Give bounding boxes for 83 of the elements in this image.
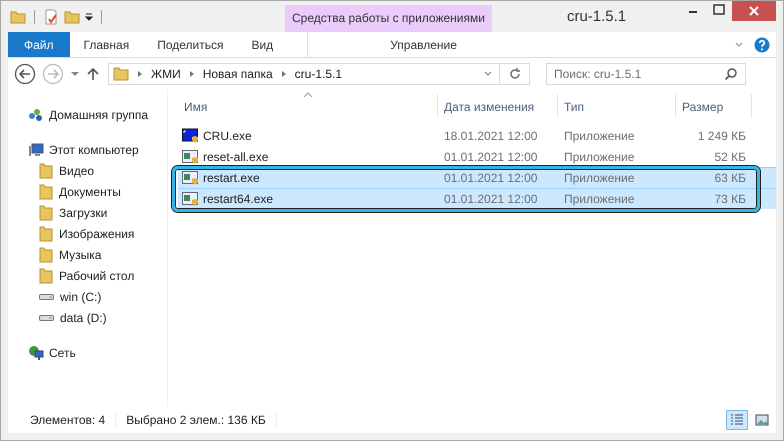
file-name: restart.exe: [203, 171, 260, 185]
nav-item[interactable]: Загрузки: [28, 202, 167, 223]
ribbon-tab[interactable]: Файл: [8, 32, 70, 57]
nav-item[interactable]: Сеть: [28, 342, 167, 363]
table-cell-text: 63 КБ: [713, 171, 747, 185]
large-icons-view-icon: [755, 413, 769, 427]
nav-item[interactable]: Рабочий стол: [28, 265, 167, 286]
folder-icon: [38, 184, 54, 200]
refresh-button[interactable]: [500, 63, 530, 85]
folder-icon: [38, 246, 54, 262]
refresh-icon: [508, 67, 522, 81]
nav-item[interactable]: Видео: [28, 160, 167, 181]
file-row[interactable]: restart64.exe 01.01.2021 12:00 Приложение 73 КБ: [178, 188, 776, 209]
table-cell-text: Приложение: [563, 150, 636, 164]
nav-item[interactable]: Документы: [28, 181, 167, 202]
app-icon: [182, 149, 198, 165]
window-title: cru-1.5.1: [566, 8, 626, 25]
dropdown-icon[interactable]: [70, 69, 80, 79]
column-header[interactable]: Размер: [676, 94, 752, 118]
up-icon[interactable]: [86, 67, 100, 81]
folder-icon: [38, 268, 54, 284]
nav-item[interactable]: Домашняя группа: [28, 104, 167, 125]
status-text: Выбрано 2 элем.: 136 КБ: [116, 413, 277, 427]
nav-item[interactable]: win (C:): [28, 286, 167, 307]
table-cell-text: 01.01.2021 12:00: [443, 171, 538, 185]
nav-item[interactable]: Изображения: [28, 223, 167, 244]
table-cell-text: Приложение: [563, 129, 636, 143]
status-text: Элементов: 4: [22, 413, 116, 427]
app-icon: [182, 170, 198, 186]
monitor-app-icon: [182, 128, 198, 144]
nav-item[interactable]: Этот компьютер: [28, 139, 167, 160]
file-name: CRU.exe: [203, 129, 252, 143]
table-cell-text: 01.01.2021 12:00: [443, 192, 538, 206]
column-header[interactable]: Имя: [178, 94, 438, 118]
breadcrumb[interactable]: cru-1.5.1: [294, 67, 342, 81]
folder-icon: [38, 204, 54, 220]
column-header[interactable]: Дата изменения: [438, 94, 558, 118]
column-header[interactable]: Тип: [558, 94, 676, 118]
folder-icon[interactable]: [10, 8, 26, 24]
table-cell-text: 1 249 КБ: [696, 129, 747, 143]
folder-icon: [38, 162, 54, 178]
computer-icon: [28, 142, 44, 158]
new-folder-icon[interactable]: [64, 8, 80, 24]
help-icon[interactable]: [754, 36, 770, 52]
table-cell-text: Приложение: [563, 192, 636, 206]
folder-icon: [38, 226, 54, 242]
table-cell-text: 52 КБ: [713, 150, 747, 164]
app-icon: [182, 191, 198, 207]
breadcrumb-arrow-icon[interactable]: [188, 70, 196, 78]
nav-item[interactable]: Музыка: [28, 244, 167, 265]
ribbon-tab[interactable]: Управление: [307, 32, 497, 57]
properties-icon[interactable]: [43, 8, 59, 24]
ribbon-tab[interactable]: Главная: [70, 32, 144, 57]
customize-icon[interactable]: [85, 12, 93, 20]
file-name: reset-all.exe: [203, 150, 268, 164]
network-icon: [28, 344, 44, 360]
search-field[interactable]: Поиск: cru-1.5.1: [546, 63, 746, 85]
chevron-icon[interactable]: [734, 40, 744, 50]
breadcrumb-arrow-icon[interactable]: [280, 70, 288, 78]
back-icon[interactable]: [14, 63, 36, 85]
homegroup-icon: [28, 106, 44, 122]
file-name: restart64.exe: [203, 192, 274, 206]
breadcrumb[interactable]: ЖМИ: [151, 67, 181, 81]
table-cell-text: 01.01.2021 12:00: [443, 150, 538, 164]
file-row[interactable]: CRU.exe 18.01.2021 12:00 Приложение 1 249 КБ: [178, 125, 776, 146]
context-tab-group: Средства работы с приложениями: [285, 5, 492, 32]
details-view-icon: [730, 413, 744, 427]
table-cell-text: 73 КБ: [713, 192, 747, 206]
ribbon-tab[interactable]: Поделиться: [143, 32, 238, 57]
close-icon[interactable]: [732, 1, 776, 21]
nav-item[interactable]: data (D:): [28, 307, 167, 328]
table-cell-text: Приложение: [563, 171, 636, 185]
breadcrumb-arrow-icon[interactable]: [136, 70, 144, 78]
folder-icon: [113, 66, 129, 82]
ribbon-tab[interactable]: Вид: [237, 32, 288, 57]
table-cell-text: 18.01.2021 12:00: [443, 129, 538, 143]
breadcrumb[interactable]: Новая папка: [202, 67, 273, 81]
drive-icon: [39, 314, 54, 320]
file-row[interactable]: reset-all.exe 01.01.2021 12:00 Приложение 52 КБ: [178, 146, 776, 167]
drive-icon: [39, 294, 54, 300]
address-bar[interactable]: ЖМИ Новая папка cru-1.5.1: [108, 63, 500, 85]
search-icon: [724, 67, 738, 81]
view-button[interactable]: [726, 410, 748, 430]
